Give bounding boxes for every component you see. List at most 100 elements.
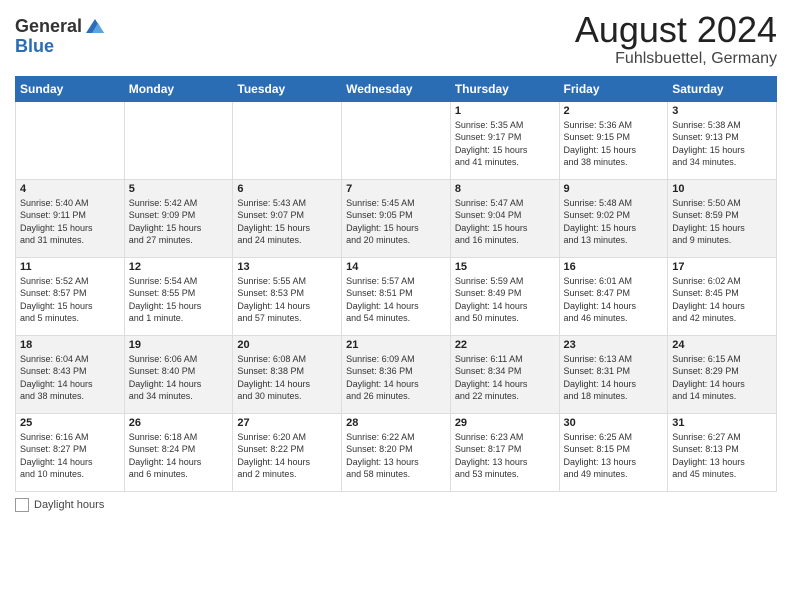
day-info: Sunrise: 6:16 AM Sunset: 8:27 PM Dayligh…: [20, 431, 120, 481]
calendar-cell: 28 Sunrise: 6:22 AM Sunset: 8:20 PM Dayli…: [342, 413, 451, 491]
day-number: 26: [129, 417, 229, 429]
logo-icon: [84, 15, 106, 37]
calendar-cell: 13Sunrise: 5:55 AM Sunset: 8:53 PM Dayli…: [233, 257, 342, 335]
calendar-cell: 24 Sunrise: 6:15 AM Sunset: 8:29 PM Dayli…: [668, 335, 777, 413]
day-info: Sunrise: 5:36 AM Sunset: 9:15 PM Dayligh…: [564, 119, 664, 169]
day-info: Sunrise: 6:06 AM Sunset: 8:40 PM Dayligh…: [129, 353, 229, 403]
day-number: 7: [346, 183, 446, 195]
calendar-cell: [342, 101, 451, 179]
day-number: 15: [455, 261, 555, 273]
calendar-cell: 25 Sunrise: 6:16 AM Sunset: 8:27 PM Dayli…: [16, 413, 125, 491]
day-number: 11: [20, 261, 120, 273]
day-number: 9: [564, 183, 664, 195]
calendar-table: Sunday Monday Tuesday Wednesday Thursday…: [15, 76, 777, 492]
calendar-cell: 30 Sunrise: 6:25 AM Sunset: 8:15 PM Dayli…: [559, 413, 668, 491]
calendar-cell: [16, 101, 125, 179]
calendar-cell: [233, 101, 342, 179]
calendar-cell: 15 Sunrise: 5:59 AM Sunset: 8:49 PM Dayli…: [450, 257, 559, 335]
calendar-cell: 16Sunrise: 6:01 AM Sunset: 8:47 PM Dayli…: [559, 257, 668, 335]
day-number: 29: [455, 417, 555, 429]
calendar-cell: 10Sunrise: 5:50 AM Sunset: 8:59 PM Dayli…: [668, 179, 777, 257]
day-number: 14: [346, 261, 446, 273]
day-info: Sunrise: 5:43 AM Sunset: 9:07 PM Dayligh…: [237, 197, 337, 247]
day-info: Sunrise: 6:11 AM Sunset: 8:34 PM Dayligh…: [455, 353, 555, 403]
day-number: 30: [564, 417, 664, 429]
calendar-week-2: 4 Sunrise: 5:40 AM Sunset: 9:11 PM Daylig…: [16, 179, 777, 257]
calendar-week-5: 25 Sunrise: 6:16 AM Sunset: 8:27 PM Dayli…: [16, 413, 777, 491]
calendar-cell: 21 Sunrise: 6:09 AM Sunset: 8:36 PM Dayli…: [342, 335, 451, 413]
day-number: 17: [672, 261, 772, 273]
day-info: Sunrise: 5:55 AM Sunset: 8:53 PM Dayligh…: [237, 275, 337, 325]
header-saturday: Saturday: [668, 76, 777, 101]
calendar-cell: 7 Sunrise: 5:45 AM Sunset: 9:05 PM Daylig…: [342, 179, 451, 257]
calendar-cell: 26Sunrise: 6:18 AM Sunset: 8:24 PM Dayli…: [124, 413, 233, 491]
calendar-cell: 4 Sunrise: 5:40 AM Sunset: 9:11 PM Daylig…: [16, 179, 125, 257]
day-number: 25: [20, 417, 120, 429]
day-info: Sunrise: 6:25 AM Sunset: 8:15 PM Dayligh…: [564, 431, 664, 481]
calendar-cell: 8Sunrise: 5:47 AM Sunset: 9:04 PM Daylig…: [450, 179, 559, 257]
day-number: 31: [672, 417, 772, 429]
day-info: Sunrise: 5:59 AM Sunset: 8:49 PM Dayligh…: [455, 275, 555, 325]
day-number: 23: [564, 339, 664, 351]
calendar-cell: 9 Sunrise: 5:48 AM Sunset: 9:02 PM Daylig…: [559, 179, 668, 257]
day-info: Sunrise: 5:52 AM Sunset: 8:57 PM Dayligh…: [20, 275, 120, 325]
day-number: 19: [129, 339, 229, 351]
calendar-cell: 22 Sunrise: 6:11 AM Sunset: 8:34 PM Dayli…: [450, 335, 559, 413]
header-row: Sunday Monday Tuesday Wednesday Thursday…: [16, 76, 777, 101]
day-number: 2: [564, 105, 664, 117]
page: General Blue August 2024 Fuhlsbuettel, G…: [0, 0, 792, 612]
calendar-cell: 31Sunrise: 6:27 AM Sunset: 8:13 PM Dayli…: [668, 413, 777, 491]
calendar-cell: 23 Sunrise: 6:13 AM Sunset: 8:31 PM Dayli…: [559, 335, 668, 413]
calendar-cell: 11 Sunrise: 5:52 AM Sunset: 8:57 PM Dayli…: [16, 257, 125, 335]
day-number: 4: [20, 183, 120, 195]
location-title: Fuhlsbuettel, Germany: [575, 50, 777, 68]
day-number: 8: [455, 183, 555, 195]
calendar-week-4: 18Sunrise: 6:04 AM Sunset: 8:43 PM Dayli…: [16, 335, 777, 413]
header: General Blue August 2024 Fuhlsbuettel, G…: [15, 10, 777, 68]
calendar-cell: 2 Sunrise: 5:36 AM Sunset: 9:15 PM Daylig…: [559, 101, 668, 179]
daylight-label: Daylight hours: [34, 499, 104, 511]
day-info: Sunrise: 5:57 AM Sunset: 8:51 PM Dayligh…: [346, 275, 446, 325]
day-info: Sunrise: 5:45 AM Sunset: 9:05 PM Dayligh…: [346, 197, 446, 247]
day-info: Sunrise: 6:20 AM Sunset: 8:22 PM Dayligh…: [237, 431, 337, 481]
calendar-cell: 19 Sunrise: 6:06 AM Sunset: 8:40 PM Dayli…: [124, 335, 233, 413]
header-friday: Friday: [559, 76, 668, 101]
day-number: 27: [237, 417, 337, 429]
calendar-cell: 12Sunrise: 5:54 AM Sunset: 8:55 PM Dayli…: [124, 257, 233, 335]
day-number: 12: [129, 261, 229, 273]
day-info: Sunrise: 6:09 AM Sunset: 8:36 PM Dayligh…: [346, 353, 446, 403]
calendar-cell: 14 Sunrise: 5:57 AM Sunset: 8:51 PM Dayli…: [342, 257, 451, 335]
calendar-cell: 5Sunrise: 5:42 AM Sunset: 9:09 PM Daylig…: [124, 179, 233, 257]
day-info: Sunrise: 5:38 AM Sunset: 9:13 PM Dayligh…: [672, 119, 772, 169]
calendar-cell: [124, 101, 233, 179]
day-number: 5: [129, 183, 229, 195]
month-title: August 2024: [575, 10, 777, 50]
day-info: Sunrise: 5:48 AM Sunset: 9:02 PM Dayligh…: [564, 197, 664, 247]
day-number: 1: [455, 105, 555, 117]
logo-blue: Blue: [15, 36, 54, 56]
day-info: Sunrise: 6:08 AM Sunset: 8:38 PM Dayligh…: [237, 353, 337, 403]
day-number: 10: [672, 183, 772, 195]
calendar-cell: 29 Sunrise: 6:23 AM Sunset: 8:17 PM Dayli…: [450, 413, 559, 491]
daylight-box: [15, 498, 29, 512]
day-number: 18: [20, 339, 120, 351]
header-tuesday: Tuesday: [233, 76, 342, 101]
header-sunday: Sunday: [16, 76, 125, 101]
day-number: 24: [672, 339, 772, 351]
day-number: 22: [455, 339, 555, 351]
day-number: 21: [346, 339, 446, 351]
day-info: Sunrise: 6:01 AM Sunset: 8:47 PM Dayligh…: [564, 275, 664, 325]
header-thursday: Thursday: [450, 76, 559, 101]
day-info: Sunrise: 5:40 AM Sunset: 9:11 PM Dayligh…: [20, 197, 120, 247]
day-info: Sunrise: 6:15 AM Sunset: 8:29 PM Dayligh…: [672, 353, 772, 403]
day-number: 28: [346, 417, 446, 429]
header-monday: Monday: [124, 76, 233, 101]
day-number: 6: [237, 183, 337, 195]
calendar-cell: 20Sunrise: 6:08 AM Sunset: 8:38 PM Dayli…: [233, 335, 342, 413]
calendar-week-3: 11 Sunrise: 5:52 AM Sunset: 8:57 PM Dayli…: [16, 257, 777, 335]
day-info: Sunrise: 6:22 AM Sunset: 8:20 PM Dayligh…: [346, 431, 446, 481]
day-info: Sunrise: 6:23 AM Sunset: 8:17 PM Dayligh…: [455, 431, 555, 481]
calendar-cell: 1Sunrise: 5:35 AM Sunset: 9:17 PM Daylig…: [450, 101, 559, 179]
logo-general: General: [15, 17, 82, 35]
day-info: Sunrise: 6:13 AM Sunset: 8:31 PM Dayligh…: [564, 353, 664, 403]
